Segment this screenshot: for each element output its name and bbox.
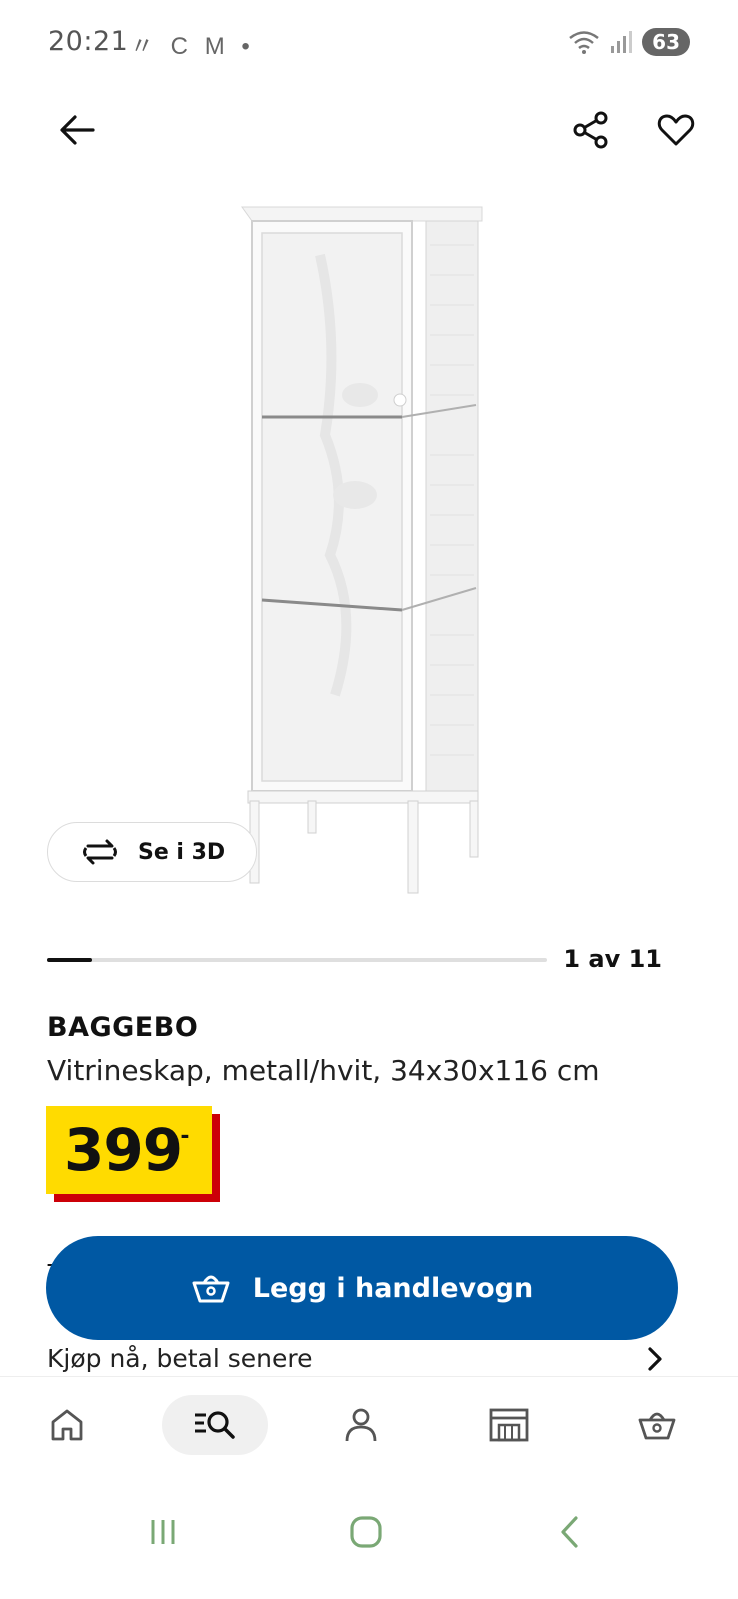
- home-circle-icon: [350, 1516, 382, 1548]
- chevron-right-icon: [648, 1347, 662, 1371]
- view-in-3d-button[interactable]: Se i 3D: [47, 822, 257, 882]
- add-to-cart-label: Legg i handlevogn: [252, 1272, 534, 1304]
- gallery-counter: 1 av 11: [563, 945, 662, 973]
- system-home-button[interactable]: [336, 1502, 396, 1562]
- product-description: Vitrineskap, metall/hvit, 34x30x116 cm: [47, 1054, 600, 1087]
- basket-icon: [192, 1275, 230, 1303]
- battery-indicator: 63: [642, 28, 690, 56]
- back-button[interactable]: [47, 100, 107, 160]
- share-button[interactable]: [561, 100, 621, 160]
- profile-icon: [345, 1408, 377, 1442]
- back-chevron-icon: [561, 1516, 578, 1548]
- buy-now-pay-later-label: Kjøp nå, betal senere: [47, 1344, 313, 1373]
- system-navigation: [0, 1476, 738, 1599]
- favorite-button[interactable]: [646, 100, 706, 160]
- status-bar: 20:21 〃 C M • 63: [0, 0, 738, 90]
- price-suffix: ,-: [172, 1124, 190, 1149]
- nav-store[interactable]: [474, 1395, 544, 1455]
- add-to-cart-button[interactable]: Legg i handlevogn: [46, 1236, 678, 1340]
- nav-cart[interactable]: [622, 1395, 692, 1455]
- notification-icon-3: M: [204, 33, 225, 60]
- system-recents-button[interactable]: [133, 1502, 193, 1562]
- arrow-left-icon: [60, 115, 95, 145]
- notification-icon-2: C: [170, 33, 189, 60]
- price-tag-box: 399 ,-: [46, 1106, 212, 1194]
- home-icon: [51, 1409, 83, 1441]
- status-right: 63: [568, 28, 690, 56]
- gallery-progress-bar: [47, 958, 547, 962]
- product-name: BAGGEBO: [47, 1012, 199, 1043]
- rotate-3d-icon: [83, 839, 117, 865]
- nav-search[interactable]: [162, 1395, 268, 1455]
- heart-icon: [657, 114, 695, 146]
- status-time: 20:21: [48, 26, 129, 57]
- view-in-3d-label: Se i 3D: [138, 839, 226, 865]
- store-icon: [489, 1408, 529, 1442]
- notification-icon-1: 〃: [130, 33, 154, 60]
- share-icon: [573, 111, 608, 149]
- signal-icon: [611, 31, 633, 53]
- nav-home[interactable]: [32, 1395, 102, 1455]
- price-value: 399: [64, 1116, 183, 1184]
- search-list-icon: [195, 1411, 235, 1439]
- recents-icon: [151, 1520, 175, 1544]
- gallery-progress-fill: [47, 958, 93, 962]
- wifi-icon: [569, 31, 599, 54]
- buy-now-pay-later-row[interactable]: Kjøp nå, betal senere: [0, 1342, 738, 1376]
- bottom-navigation: [0, 1376, 738, 1476]
- notification-icon-4: •: [241, 33, 250, 60]
- cart-icon: [638, 1412, 676, 1440]
- nav-profile[interactable]: [326, 1395, 396, 1455]
- product-image[interactable]: [230, 195, 500, 915]
- system-back-button[interactable]: [540, 1502, 600, 1562]
- notification-icons: 〃 C M •: [130, 26, 260, 61]
- price-tag: 399 ,-: [46, 1106, 222, 1202]
